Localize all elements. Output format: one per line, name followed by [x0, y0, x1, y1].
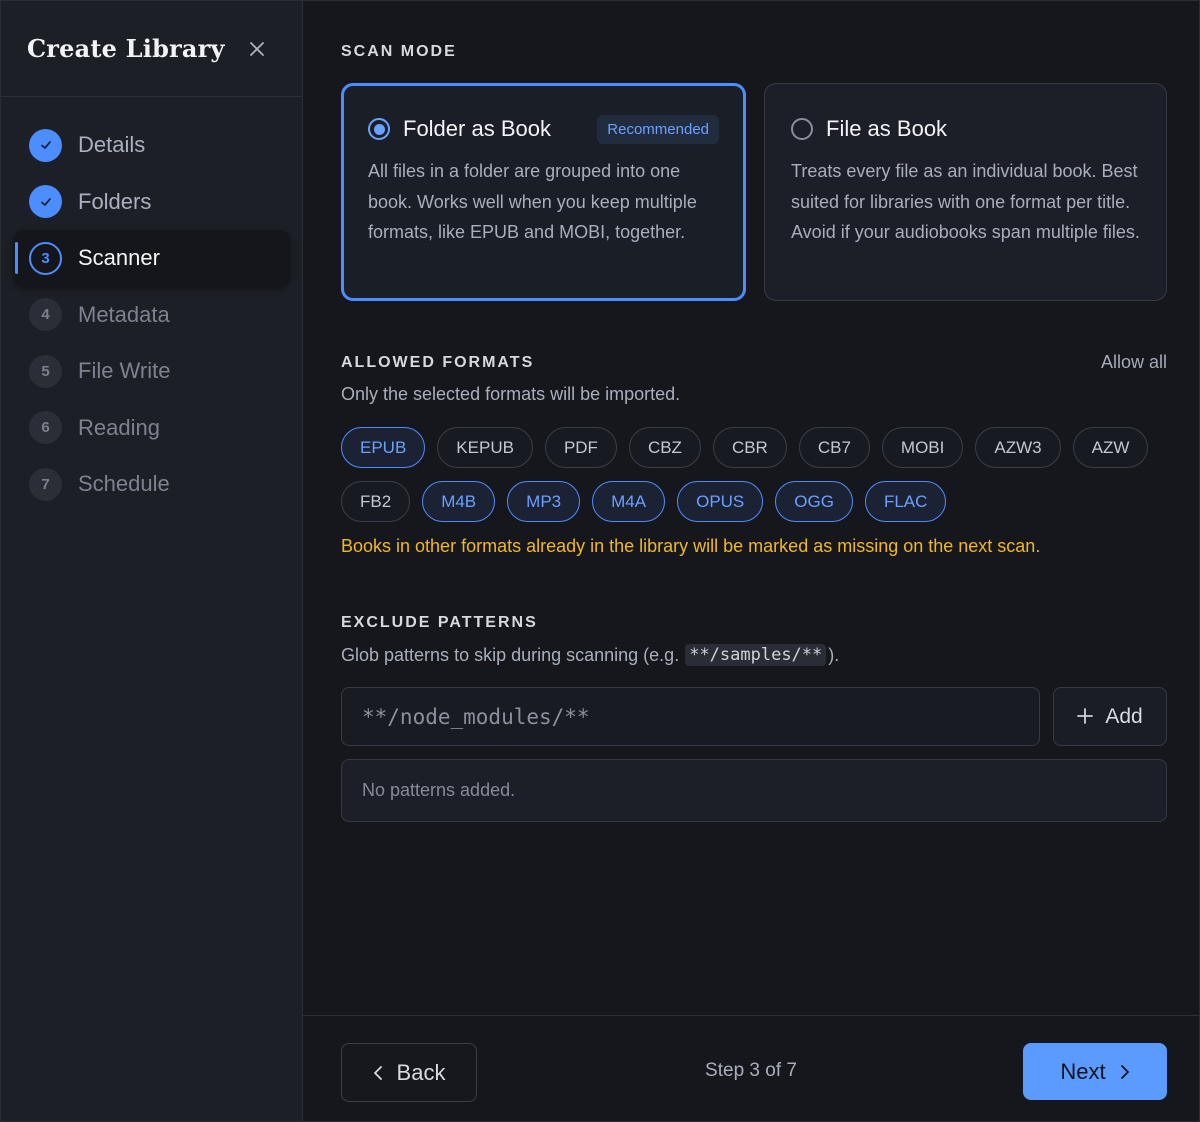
format-chip-row: EPUB KEPUB PDF CBZ CBR CB7 MOBI AZW3 AZW — [341, 427, 1181, 468]
back-label: Back — [396, 1059, 446, 1085]
step-list: Details Folders 3 Scanner 4 Metadata 5 File Wri… — [1, 97, 302, 513]
scan-mode-file-as-book[interactable]: File as Book Treats every file as an ind… — [764, 83, 1167, 301]
format-chip-cb7[interactable]: CB7 — [798, 427, 870, 468]
step-number: 7 — [29, 467, 62, 501]
subtitle-suffix: ). — [828, 644, 840, 665]
scan-mode-options: Folder as Book Recommended All files in … — [341, 83, 1167, 301]
dialog-title: Create Library — [27, 34, 225, 63]
step-file-write[interactable]: 5 File Write — [13, 343, 290, 400]
format-chip-cbr[interactable]: CBR — [712, 427, 787, 468]
step-details[interactable]: Details — [13, 117, 290, 174]
option-title: File as Book — [826, 116, 948, 141]
check-icon — [29, 128, 62, 162]
format-chip-ogg[interactable]: OGG — [775, 481, 853, 522]
close-icon — [250, 41, 264, 56]
step-scanner[interactable]: 3 Scanner — [13, 230, 290, 287]
step-schedule[interactable]: 7 Schedule — [13, 456, 290, 513]
step-number: 4 — [29, 298, 62, 332]
close-button[interactable] — [246, 38, 268, 60]
add-label: Add — [1105, 704, 1143, 728]
back-button[interactable]: Back — [341, 1043, 477, 1102]
allowed-formats-heading: ALLOWED FORMATS — [341, 354, 535, 371]
patterns-empty-state: No patterns added. — [341, 759, 1167, 822]
step-number: 3 — [29, 241, 62, 275]
main-panel: SCAN MODE Folder as Book Recommended All… — [303, 1, 1199, 1121]
sidebar-header: Create Library — [1, 1, 302, 97]
scan-mode-heading: SCAN MODE — [341, 43, 457, 60]
check-icon — [29, 185, 62, 219]
format-chip-m4b[interactable]: M4B — [422, 481, 496, 522]
step-number: 6 — [29, 411, 62, 445]
format-chip-opus[interactable]: OPUS — [677, 481, 764, 522]
scan-mode-folder-as-book[interactable]: Folder as Book Recommended All files in … — [341, 83, 746, 301]
exclude-patterns-subtitle: Glob patterns to skip during scanning (e… — [341, 644, 839, 666]
format-chip-m4a[interactable]: M4A — [592, 481, 666, 522]
wizard-sidebar: Create Library Details Folders 3 Scanner 4 Me… — [1, 1, 303, 1121]
wizard-footer: Step 3 of 7 Back Next — [303, 1015, 1199, 1121]
format-chip-pdf[interactable]: PDF — [544, 427, 617, 468]
step-label: File Write — [78, 358, 171, 384]
exclude-patterns-heading: EXCLUDE PATTERNS — [341, 614, 538, 631]
missing-formats-warning: Books in other formats already in the li… — [341, 536, 1041, 556]
format-chip-azw[interactable]: AZW — [1072, 427, 1149, 468]
subtitle-text: Glob patterns to skip during scanning (e… — [341, 644, 680, 665]
recommended-badge: Recommended — [597, 114, 719, 144]
plus-icon — [1077, 705, 1094, 729]
radio-selected-icon[interactable] — [368, 118, 390, 140]
format-chip-cbz[interactable]: CBZ — [628, 427, 701, 468]
chevron-right-icon — [1120, 1064, 1129, 1079]
chevron-left-icon — [373, 1065, 382, 1080]
step-label: Details — [78, 132, 146, 158]
format-chip-mp3[interactable]: MP3 — [507, 481, 581, 522]
next-label: Next — [1060, 1058, 1106, 1084]
next-button[interactable]: Next — [1023, 1043, 1167, 1100]
allow-all-link[interactable]: Allow all — [1101, 352, 1167, 373]
step-label: Reading — [78, 414, 160, 440]
example-pattern-code: **/samples/** — [685, 644, 827, 666]
format-chip-azw3[interactable]: AZW3 — [975, 427, 1061, 468]
step-label: Schedule — [78, 471, 170, 497]
step-label: Folders — [78, 188, 152, 214]
step-reading[interactable]: 6 Reading — [13, 400, 290, 457]
step-label: Metadata — [78, 301, 170, 327]
step-folders[interactable]: Folders — [13, 174, 290, 231]
option-description: All files in a folder are grouped into o… — [368, 161, 697, 242]
step-metadata[interactable]: 4 Metadata — [13, 287, 290, 344]
step-number: 5 — [29, 354, 62, 388]
exclude-pattern-input[interactable] — [341, 687, 1040, 746]
format-chips: EPUB KEPUB PDF CBZ CBR CB7 MOBI AZW3 AZW FB2 M4B M… — [341, 427, 1181, 535]
format-chip-epub[interactable]: EPUB — [341, 427, 426, 468]
radio-unselected-icon[interactable] — [791, 118, 813, 140]
step-label: Scanner — [78, 245, 160, 271]
option-title: Folder as Book — [403, 116, 551, 141]
format-chip-mobi[interactable]: MOBI — [881, 427, 964, 468]
format-chip-fb2[interactable]: FB2 — [341, 481, 411, 522]
allowed-formats-subtitle: Only the selected formats will be import… — [341, 384, 681, 404]
format-chip-flac[interactable]: FLAC — [864, 481, 947, 522]
add-pattern-button[interactable]: Add — [1053, 687, 1167, 746]
create-library-dialog: Create Library Details Folders 3 Scanner 4 Me… — [0, 0, 1200, 1122]
format-chip-kepub[interactable]: KEPUB — [437, 427, 533, 468]
format-chip-row: FB2 M4B MP3 M4A OPUS OGG FLAC — [341, 481, 1181, 522]
option-description: Treats every file as an individual book.… — [791, 161, 1140, 242]
